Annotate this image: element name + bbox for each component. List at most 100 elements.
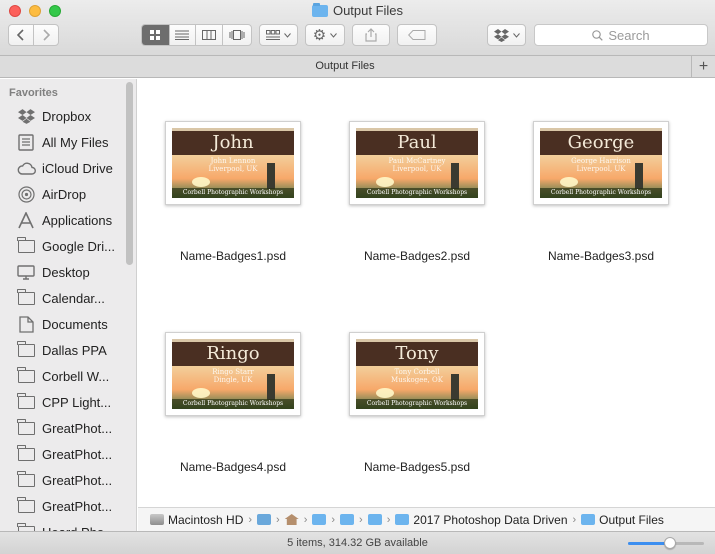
home-icon — [284, 514, 299, 525]
folder-icon — [16, 392, 36, 412]
file-icon-grid: John John Lennon Liverpool, UK Corbell Phot… — [138, 79, 715, 507]
folder-icon — [16, 418, 36, 438]
badge-sun — [376, 177, 394, 187]
tag-button[interactable] — [397, 24, 437, 46]
folder-icon — [581, 514, 596, 525]
badge-fullname: John Lennon — [210, 157, 256, 165]
badge-subtitle: Ringo Starr Dingle, UK — [172, 368, 294, 384]
path-separator-icon: › — [276, 513, 280, 526]
sidebar-item[interactable]: All My Files — [0, 129, 124, 155]
badge-header: Tony — [356, 339, 478, 366]
badge-hometown: Muskogee, OK — [391, 376, 443, 384]
badge-header: Paul — [356, 128, 478, 155]
status-text: 5 items, 314.32 GB available — [287, 537, 428, 549]
sidebar-item[interactable]: GreatPhot... — [0, 415, 124, 441]
badge-header: John — [172, 128, 294, 155]
file-name[interactable]: Name-Badges1.psd — [148, 249, 318, 263]
icon-size-slider-knob[interactable] — [663, 537, 676, 549]
path-separator-icon: › — [303, 513, 308, 526]
folder-icon — [16, 444, 36, 464]
gear-icon: ⚙ — [312, 26, 327, 44]
badge-name: George — [567, 132, 635, 153]
chevron-down-icon — [512, 32, 520, 38]
sidebar-item[interactable]: Corbell W... — [0, 363, 124, 389]
sidebar-item[interactable]: GreatPhot... — [0, 493, 124, 519]
sidebar-item[interactable]: CPP Light... — [0, 389, 124, 415]
sidebar-item[interactable]: Google Dri... — [0, 233, 124, 259]
badge-footer: Corbell Photographic Workshops — [172, 399, 294, 409]
sidebar-item-label: GreatPhot... — [42, 420, 113, 436]
path-item[interactable] — [284, 514, 299, 525]
sidebar-scrollbar[interactable] — [126, 82, 133, 265]
tab-bar: Output Files + — [0, 56, 715, 78]
badge-subtitle: Tony Corbell Muskogee, OK — [356, 368, 478, 384]
cover-flow-button[interactable] — [223, 25, 251, 45]
path-item[interactable] — [312, 514, 327, 525]
file-name[interactable]: Name-Badges3.psd — [516, 249, 686, 263]
forward-button[interactable] — [34, 25, 58, 45]
sidebar-item[interactable]: Desktop — [0, 259, 124, 285]
badge-hometown: Liverpool, UK — [208, 165, 258, 173]
icon-size-slider[interactable] — [628, 537, 704, 549]
path-item[interactable] — [340, 514, 355, 525]
file-name[interactable]: Name-Badges2.psd — [332, 249, 502, 263]
path-item[interactable]: 2017 Photoshop Data Driven — [395, 512, 568, 527]
action-menu-button[interactable]: ⚙ — [305, 24, 345, 46]
folder-icon — [16, 340, 36, 360]
sidebar-item-label: Calendar... — [42, 290, 105, 306]
badge-fullname: George Harrison — [571, 157, 631, 165]
back-button[interactable] — [9, 25, 34, 45]
sidebar-item-label: Dallas PPA — [42, 342, 107, 358]
path-item[interactable]: Macintosh HD — [150, 513, 243, 527]
path-item-label: 2017 Photoshop Data Driven — [413, 512, 568, 527]
chevron-down-icon — [330, 32, 338, 38]
path-item[interactable]: Output Files — [581, 513, 664, 527]
sidebar-item-label: iCloud Drive — [42, 160, 113, 176]
sidebar-item[interactable]: Dallas PPA — [0, 337, 124, 363]
path-separator-icon: › — [386, 513, 391, 526]
dropbox-button[interactable] — [487, 24, 526, 46]
badge-photo: Paul McCartney Liverpool, UK Corbell Photo… — [356, 155, 478, 198]
sidebar-item[interactable]: Dropbox — [0, 103, 124, 129]
arrange-button[interactable] — [259, 24, 298, 46]
file-thumbnail[interactable]: Paul Paul McCartney Liverpool, UK Corbell P… — [349, 121, 485, 205]
share-button[interactable] — [352, 24, 390, 46]
folder-icon — [16, 236, 36, 256]
file-thumbnail[interactable]: Tony Tony Corbell Muskogee, OK Corbell Phot… — [349, 332, 485, 416]
folder-icon — [312, 514, 327, 525]
tab-output-files[interactable]: Output Files — [0, 60, 690, 72]
status-bar: 5 items, 314.32 GB available — [0, 531, 715, 554]
sidebar-item[interactable]: GreatPhot... — [0, 467, 124, 493]
list-view-button[interactable] — [170, 25, 197, 45]
badge-name: John — [212, 132, 254, 153]
column-view-icon — [201, 30, 216, 40]
path-bar: Macintosh HD › › › › › › 2017 Photoshop Data Dr… — [138, 507, 715, 531]
column-view-button[interactable] — [196, 25, 223, 45]
sidebar-item[interactable]: AirDrop — [0, 181, 124, 207]
badge-hometown: Liverpool, UK — [392, 165, 442, 173]
path-item[interactable] — [367, 514, 382, 525]
path-item[interactable] — [257, 514, 272, 525]
file-name[interactable]: Name-Badges4.psd — [148, 460, 318, 474]
sidebar-item[interactable]: Documents — [0, 311, 124, 337]
dropbox-icon — [493, 28, 509, 42]
sidebar-item[interactable]: Calendar... — [0, 285, 124, 311]
file-thumbnail[interactable]: Ringo Ringo Starr Dingle, UK Corbell Photog… — [165, 332, 301, 416]
name-badge-preview: George George Harrison Liverpool, UK Corbel… — [540, 128, 662, 198]
badge-footer: Corbell Photographic Workshops — [356, 399, 478, 409]
icon-view-button[interactable] — [142, 25, 170, 45]
sidebar-item-label: GreatPhot... — [42, 498, 113, 514]
sidebar-item[interactable]: Applications — [0, 207, 124, 233]
file-thumbnail[interactable]: John John Lennon Liverpool, UK Corbell Phot… — [165, 121, 301, 205]
sidebar-item[interactable]: iCloud Drive — [0, 155, 124, 181]
sidebar-item[interactable]: GreatPhot... — [0, 441, 124, 467]
path-item-label: Output Files — [599, 512, 664, 527]
new-tab-button[interactable]: + — [691, 56, 715, 77]
name-badge-preview: Tony Tony Corbell Muskogee, OK Corbell Phot… — [356, 339, 478, 409]
sidebar: Favorites Dropbox All My Files iCloud Driv… — [0, 79, 137, 536]
file-thumbnail[interactable]: George George Harrison Liverpool, UK Corbel… — [533, 121, 669, 205]
file-name[interactable]: Name-Badges5.psd — [332, 460, 502, 474]
search-field[interactable]: Search — [534, 24, 708, 46]
folder-icon — [16, 496, 36, 516]
badge-fullname: Tony Corbell — [394, 368, 440, 376]
